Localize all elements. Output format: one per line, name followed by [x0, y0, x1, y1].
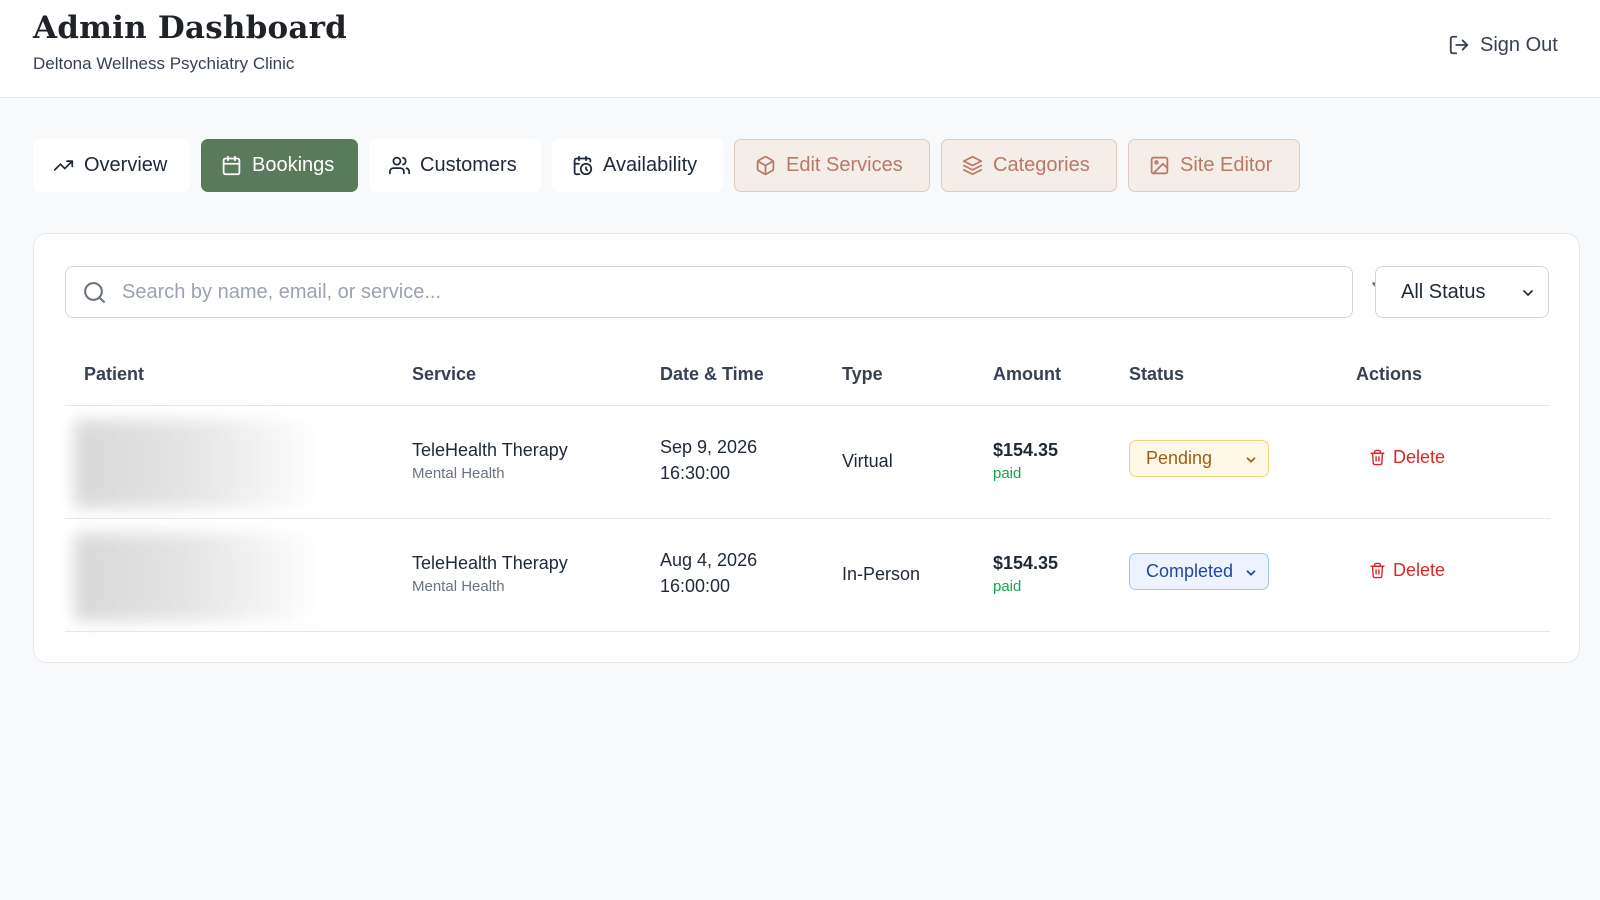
tab-label: Categories: [993, 154, 1090, 176]
status-value: Completed: [1146, 561, 1234, 581]
tab-availability[interactable]: Availability: [552, 139, 723, 192]
tab-bookings[interactable]: Bookings: [201, 139, 358, 192]
search-icon: [84, 282, 105, 303]
column-header-patient: Patient: [84, 364, 145, 384]
tab-categories[interactable]: Categories: [941, 139, 1117, 192]
image-icon: [1150, 156, 1169, 175]
booking-date: Aug 4, 2026: [660, 550, 758, 570]
trash-icon: [1370, 449, 1385, 466]
calendar-clock-icon: [573, 155, 593, 176]
tab-label: Bookings: [252, 154, 335, 176]
amount-value: $154.35: [993, 440, 1059, 460]
type-cell: Virtual: [842, 451, 893, 471]
payment-status: paid: [993, 465, 1022, 482]
nav-tabs: Overview Bookings Customers Availability…: [33, 139, 1300, 192]
service-name: TeleHealth Therapy: [412, 553, 568, 573]
bookings-card: All Status Patient Service Date & Time T…: [33, 233, 1580, 663]
status-filter-select[interactable]: All Status: [1375, 266, 1549, 318]
status-select[interactable]: Completed: [1129, 553, 1269, 590]
chevron-down-icon: [1246, 570, 1256, 576]
service-category: Mental Health: [412, 578, 505, 595]
amount-cell: $154.35 paid: [993, 553, 1058, 595]
service-name: TeleHealth Therapy: [412, 440, 568, 460]
tab-overview[interactable]: Overview: [33, 139, 190, 192]
column-header-amount: Amount: [993, 364, 1061, 384]
date-time-cell: Aug 4, 2026 16:00:00: [660, 550, 757, 597]
chevron-down-icon: [1246, 457, 1256, 463]
tab-label: Availability: [603, 154, 698, 176]
search-input[interactable]: [122, 280, 1322, 304]
page-title: Admin Dashboard: [33, 10, 348, 46]
column-header-service: Service: [412, 364, 477, 384]
sign-out-label: Sign Out: [1480, 33, 1558, 56]
trash-icon: [1370, 562, 1385, 579]
amount-cell: $154.35 paid: [993, 440, 1058, 482]
status-filter-value: All Status: [1401, 280, 1486, 303]
column-header-date-time: Date & Time: [660, 364, 764, 384]
booking-time: 16:00:00: [660, 576, 731, 596]
amount-value: $154.35: [993, 553, 1059, 573]
sign-out-button[interactable]: Sign Out: [1448, 30, 1558, 60]
tab-label: Site Editor: [1180, 154, 1273, 176]
calendar-icon: [222, 155, 241, 176]
tab-label: Customers: [420, 154, 517, 176]
service-cell: TeleHealth Therapy Mental Health: [412, 440, 568, 482]
column-header-actions: Actions: [1356, 364, 1423, 384]
package-icon: [756, 155, 775, 176]
users-icon: [389, 156, 410, 175]
tab-label: Overview: [84, 154, 168, 176]
service-cell: TeleHealth Therapy Mental Health: [412, 553, 568, 595]
trending-up-icon: [53, 160, 74, 171]
tab-site-editor[interactable]: Site Editor: [1128, 139, 1300, 192]
layers-icon: [962, 155, 983, 176]
tab-customers[interactable]: Customers: [369, 139, 541, 192]
delete-label: Delete: [1393, 560, 1446, 580]
payment-status: paid: [993, 578, 1022, 595]
status-select[interactable]: Pending: [1129, 440, 1269, 477]
header: Admin Dashboard Deltona Wellness Psychia…: [0, 0, 1600, 98]
column-header-status: Status: [1129, 364, 1185, 384]
row-divider: [65, 518, 1550, 519]
patient-redacted: [74, 420, 324, 508]
delete-label: Delete: [1393, 447, 1446, 467]
tab-label: Edit Services: [786, 154, 903, 176]
status-value: Pending: [1146, 448, 1213, 468]
delete-button[interactable]: Delete: [1369, 447, 1445, 468]
tab-edit-services[interactable]: Edit Services: [734, 139, 930, 192]
row-divider: [65, 631, 1550, 632]
type-cell: In-Person: [842, 564, 921, 584]
booking-time: 16:30:00: [660, 463, 731, 483]
column-header-type: Type: [842, 364, 883, 384]
header-divider: [65, 405, 1550, 406]
patient-redacted: [74, 533, 324, 621]
booking-date: Sep 9, 2026: [660, 437, 758, 457]
chevron-down-icon: [1523, 290, 1533, 296]
date-time-cell: Sep 9, 2026 16:30:00: [660, 437, 757, 484]
delete-button[interactable]: Delete: [1369, 560, 1445, 581]
log-out-icon: [1449, 35, 1469, 55]
clinic-name: Deltona Wellness Psychiatry Clinic: [33, 54, 295, 73]
service-category: Mental Health: [412, 465, 505, 482]
search-box: [65, 266, 1353, 318]
